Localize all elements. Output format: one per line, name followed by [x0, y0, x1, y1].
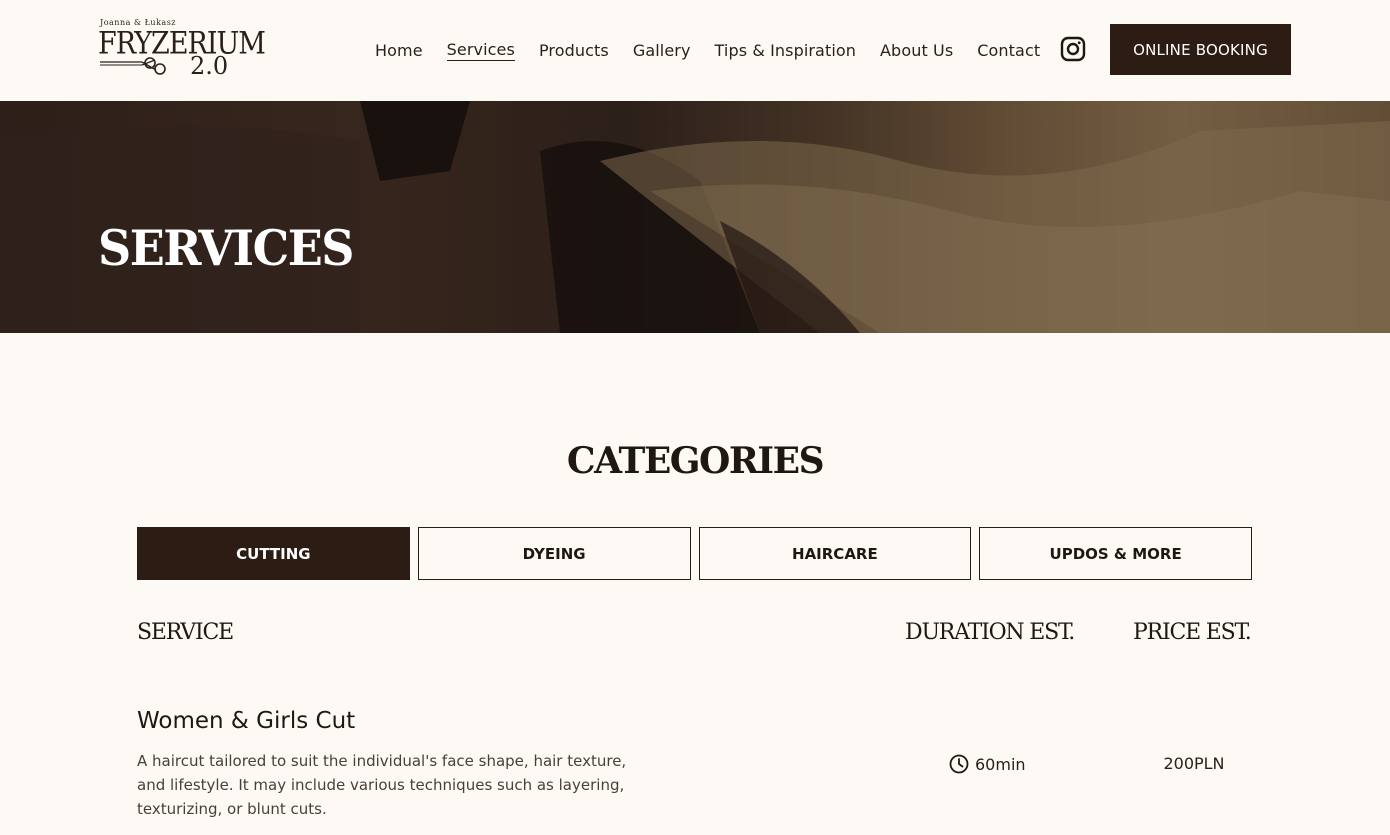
hero-banner: SERVICES [0, 101, 1390, 333]
service-column-header: SERVICE [137, 620, 234, 645]
clock-icon [949, 754, 969, 774]
nav-home[interactable]: Home [375, 41, 423, 60]
online-booking-button[interactable]: ONLINE BOOKING [1110, 24, 1291, 75]
site-header: Joanna & Łukasz FRYZERIUM 2.0 Home Servi… [0, 0, 1390, 101]
nav-services[interactable]: Services [446, 40, 515, 61]
main-nav: Home Services Products Gallery Tips & In… [375, 38, 1064, 62]
instagram-icon[interactable] [1060, 36, 1086, 62]
duration-value: 60min [975, 754, 1026, 774]
categories-heading: CATEGORIES [566, 440, 825, 482]
tab-updos-more[interactable]: UPDOS & MORE [979, 527, 1252, 580]
nav-tips-inspiration[interactable]: Tips & Inspiration [715, 41, 857, 60]
hero-overlay [0, 101, 1390, 333]
tab-dyeing[interactable]: DYEING [417, 527, 691, 580]
nav-contact[interactable]: Contact [977, 41, 1040, 60]
tab-cutting[interactable]: CUTTING [137, 527, 410, 580]
service-name: Women & Girls Cut [137, 708, 356, 734]
logo-version-text: 2.0 [190, 52, 229, 80]
nav-about-us[interactable]: About Us [880, 41, 953, 60]
tab-haircare[interactable]: HAIRCARE [698, 527, 972, 580]
site-logo[interactable]: Joanna & Łukasz FRYZERIUM 2.0 [98, 18, 266, 80]
scissors-icon [100, 57, 166, 75]
service-description: A haircut tailored to suit the individua… [137, 752, 627, 818]
category-tabs: CUTTING DYEING HAIRCARE UPDOS & MORE [137, 527, 1252, 580]
nav-products[interactable]: Products [539, 41, 609, 60]
service-duration: 60min [949, 753, 1026, 775]
nav-gallery[interactable]: Gallery [633, 41, 691, 60]
page-title: SERVICES [98, 219, 354, 277]
service-price: 200PLN [1163, 754, 1225, 773]
duration-column-header: DURATION EST. [905, 620, 1075, 645]
price-column-header: PRICE EST. [1133, 620, 1252, 645]
